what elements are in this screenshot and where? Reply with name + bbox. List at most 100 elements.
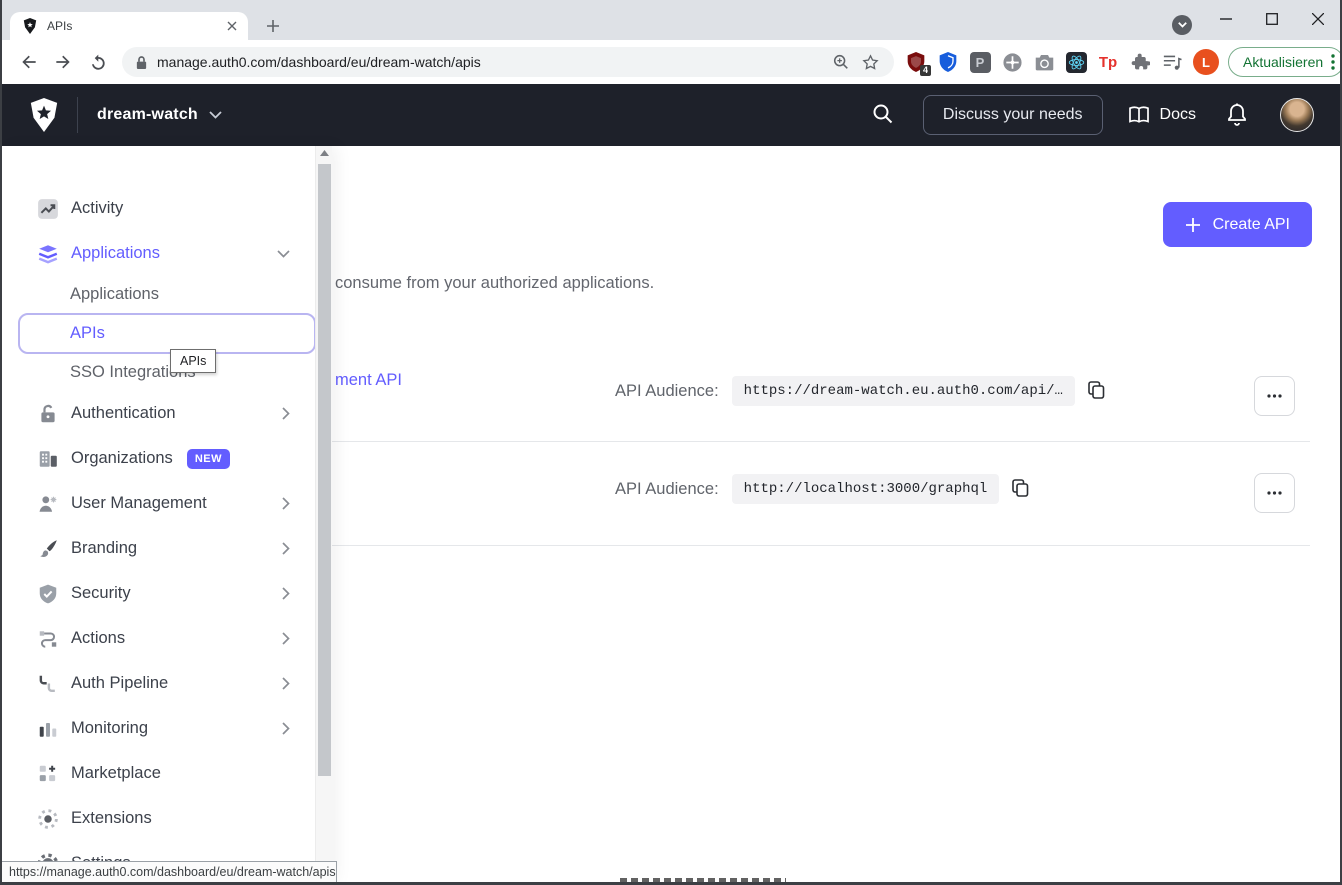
sidebar-item-auth-pipeline[interactable]: Auth Pipeline [2,661,332,706]
chevron-down-icon [277,250,290,258]
chevron-right-icon [282,497,290,510]
api-row-menu-button[interactable] [1254,473,1295,513]
chevron-right-icon [282,632,290,645]
address-bar[interactable]: manage.auth0.com/dashboard/eu/dream-watc… [122,47,894,77]
sidebar-item-label: Branding [71,539,137,558]
sidebar-item-branding[interactable]: Branding [2,526,332,571]
api-audience-label: API Audience: [615,480,719,499]
media-playlist-icon[interactable] [1160,50,1184,74]
sidebar-item-label: Marketplace [71,764,161,783]
sidebar-item-label: Monitoring [71,719,148,738]
applications-icon [37,243,59,265]
zoom-icon[interactable] [827,48,855,76]
sidebar-subitem-apis[interactable]: APIs [18,313,316,354]
bookmark-star-icon[interactable] [856,48,884,76]
api-audience-value: http://localhost:3000/graphql [732,474,1000,504]
tenant-selector[interactable]: dream-watch [97,106,222,124]
api-audience-label: API Audience: [615,382,719,401]
reload-icon[interactable] [83,48,111,76]
window-maximize-button[interactable] [1249,0,1295,38]
ublock-extension-icon[interactable]: 4 [904,50,928,74]
browser-menu-kebab-icon[interactable] [1331,54,1335,70]
lock-open-icon [37,403,59,425]
react-devtools-extension-icon[interactable] [1064,50,1088,74]
browser-update-button[interactable]: Aktualisieren [1228,47,1342,77]
new-badge: NEW [187,449,230,469]
notifications-bell-icon[interactable] [1226,102,1250,128]
api-audience-group: API Audience: https://dream-watch.eu.aut… [615,374,1109,408]
sidebar-subitem-applications[interactable]: Applications [2,276,332,313]
window-close-button[interactable] [1295,0,1341,38]
subitem-label: Applications [70,285,159,304]
docs-link[interactable]: Docs [1127,105,1196,125]
browser-titlebar: APIs [2,0,1340,40]
sidebar-item-security[interactable]: Security [2,571,332,616]
copy-icon[interactable] [1085,379,1109,403]
forward-icon[interactable] [49,48,77,76]
window-minimize-button[interactable] [1203,0,1249,38]
sidebar-item-label: Auth Pipeline [71,674,168,693]
sidebar-item-applications[interactable]: Applications [2,231,332,276]
discuss-your-needs-button[interactable]: Discuss your needs [923,95,1103,135]
bar-chart-icon [37,718,59,740]
extensions-gear-icon [37,808,59,830]
scrollbar-thumb[interactable] [318,164,331,776]
auth0-logo[interactable] [28,98,60,132]
tenant-name: dream-watch [97,106,198,124]
chevron-right-icon [282,407,290,420]
search-icon[interactable] [871,102,897,128]
lock-icon [135,55,148,70]
scrollbar-up-arrow-icon[interactable] [316,150,332,156]
sidebar-item-label: Actions [71,629,125,648]
create-api-button[interactable]: Create API [1163,202,1312,247]
browser-profile-avatar[interactable]: L [1193,49,1219,75]
sidebar-item-label: Activity [71,199,123,218]
pipeline-icon [37,673,59,695]
copy-icon[interactable] [1009,477,1033,501]
sidebar-item-extensions[interactable]: Extensions [2,796,332,841]
tab-title: APIs [47,19,224,33]
ublock-badge: 4 [920,65,931,76]
bitwarden-extension-icon[interactable] [936,50,960,74]
download-indicator-icon[interactable] [1172,15,1192,35]
sidebar-item-authentication[interactable]: Authentication [2,391,332,436]
api-row-name-link[interactable]: ment API [335,371,402,390]
chevron-right-icon [282,542,290,555]
move-crosshair-extension-icon[interactable] [1000,50,1024,74]
sidebar-item-actions[interactable]: Actions [2,616,332,661]
sidebar-scrollbar[interactable] [315,146,332,882]
url-text: manage.auth0.com/dashboard/eu/dream-watc… [157,54,826,70]
sidebar-item-organizations[interactable]: Organizations NEW [2,436,332,481]
subitem-label: APIs [70,324,105,343]
plus-icon [1185,217,1201,233]
partially-visible-text [620,878,786,882]
marketplace-grid-icon [37,763,59,785]
browser-window: APIs [0,0,1342,885]
sidebar-item-activity[interactable]: Activity [2,186,332,231]
extensions-puzzle-icon[interactable] [1128,50,1152,74]
sidebar-item-marketplace[interactable]: Marketplace [2,751,332,796]
create-api-label: Create API [1213,216,1290,234]
paintbrush-icon [37,538,59,560]
sidebar-item-label: User Management [71,494,207,513]
sidebar-item-monitoring[interactable]: Monitoring [2,706,332,751]
tampermonkey-tp-extension-icon[interactable]: Tp [1096,50,1120,74]
flow-icon [37,628,59,650]
tab-close-icon[interactable] [224,18,240,34]
sidebar-item-user-management[interactable]: User Management [2,481,332,526]
browser-tab[interactable]: APIs [10,12,248,40]
new-tab-button[interactable] [260,13,286,39]
user-avatar[interactable] [1280,98,1314,132]
back-icon[interactable] [15,48,43,76]
status-bar: https://manage.auth0.com/dashboard/eu/dr… [2,861,337,882]
chevron-down-icon [209,111,222,119]
apis-description-text: consume from your authorized application… [335,274,654,293]
camera-extension-icon[interactable] [1032,50,1056,74]
sidebar-subitem-sso-integrations[interactable]: SSO Integrations [2,354,332,391]
p-extension-icon[interactable]: P [968,50,992,74]
status-bar-url: https://manage.auth0.com/dashboard/eu/dr… [9,865,336,879]
shield-check-icon [37,583,59,605]
header-divider [77,97,78,133]
app-header: dream-watch Discuss your needs Docs [2,84,1340,146]
api-row-menu-button[interactable] [1254,376,1295,416]
